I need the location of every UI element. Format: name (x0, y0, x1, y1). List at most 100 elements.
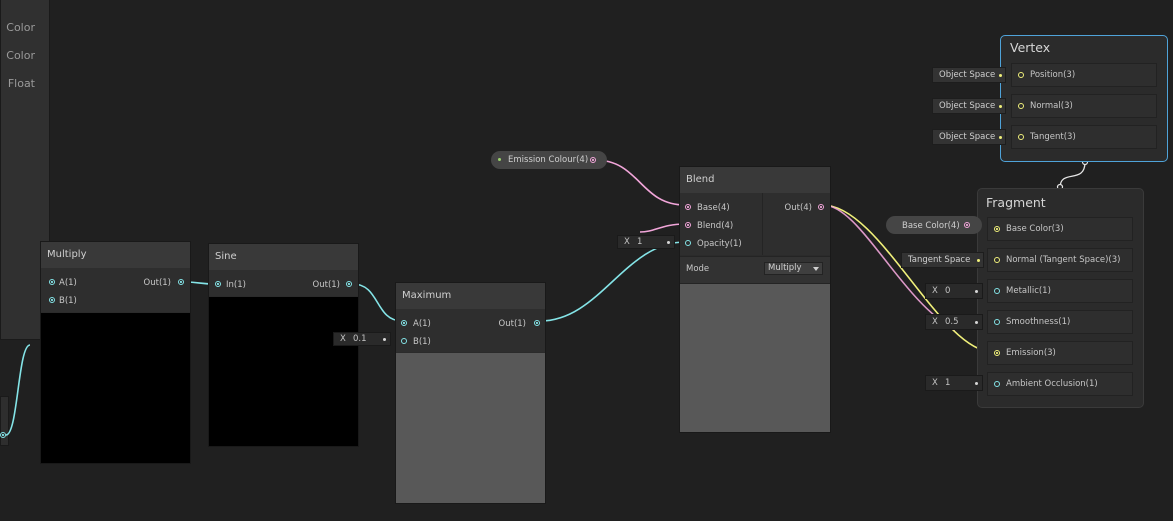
fragment-block-base-color[interactable]: Base Color(3) (987, 217, 1133, 241)
block-label: Emission(3) (1006, 348, 1056, 358)
input-port-opacity[interactable] (685, 240, 691, 246)
input-port[interactable] (994, 319, 1000, 325)
input-port[interactable] (1018, 134, 1024, 140)
vertex-block-tangent[interactable]: Tangent(3) (1011, 125, 1157, 149)
block-label: Normal(3) (1030, 101, 1073, 111)
input-port[interactable] (994, 288, 1000, 294)
wire-maximum-to-blend-opacity (539, 241, 686, 322)
space-value: Object Space (939, 132, 996, 142)
input-port-label: Blend(4) (697, 221, 734, 231)
output-port-label: Out(1) (312, 280, 340, 290)
input-port-label: A(1) (59, 278, 77, 288)
maximum-b-value-field[interactable]: X 0.1 (333, 332, 391, 346)
block-label: Base Color(3) (1006, 224, 1064, 234)
base-color-property-node[interactable]: Base Color(4) (886, 216, 982, 234)
block-label: Ambient Occlusion(1) (1006, 379, 1098, 389)
vertex-block-position[interactable]: Position(3) (1011, 63, 1157, 87)
mode-dropdown[interactable]: Multiply (764, 262, 823, 275)
input-port-label: B(1) (413, 337, 431, 347)
node-title[interactable]: Maximum (396, 283, 545, 309)
wire-vertex-to-fragment (1059, 161, 1086, 189)
context-title: Vertex (1010, 40, 1051, 55)
input-port-b[interactable] (49, 297, 55, 303)
input-port-in[interactable] (215, 281, 221, 287)
input-connector-dot (383, 338, 386, 341)
block-label: Metallic(1) (1006, 286, 1051, 296)
node-title[interactable]: Blend (680, 167, 830, 193)
value-text[interactable]: 0.1 (353, 333, 367, 345)
block-label: Smoothness(1) (1006, 317, 1071, 327)
node-preview (680, 284, 830, 432)
value-text[interactable]: 0.5 (945, 316, 959, 328)
normal-space-field[interactable]: Object Space (932, 98, 1006, 114)
metallic-value-field[interactable]: X 0 (925, 283, 983, 299)
node-preview (209, 297, 358, 446)
input-port-b[interactable] (401, 338, 407, 344)
context-title: Fragment (986, 195, 1046, 210)
node-title[interactable]: Sine (209, 244, 358, 270)
output-port-label: Out(1) (498, 319, 526, 329)
fragment-block-ambient-occlusion[interactable]: Ambient Occlusion(1) (987, 372, 1133, 396)
smoothness-value-field[interactable]: X 0.5 (925, 314, 983, 330)
node-preview (396, 353, 545, 503)
property-label: Emission Colour(4) (508, 155, 589, 165)
ambient-occlusion-value-field[interactable]: X 1 (925, 375, 983, 391)
chevron-down-icon (813, 267, 819, 271)
multiply-node[interactable]: Multiply A(1) B(1) Out(1) (40, 241, 191, 464)
input-port-a[interactable] (401, 320, 407, 326)
output-port[interactable] (818, 204, 824, 210)
input-port[interactable] (1018, 103, 1024, 109)
block-label: Position(3) (1030, 70, 1076, 80)
axis-label: X (932, 317, 938, 327)
output-port[interactable] (534, 320, 540, 326)
fragment-block-normal[interactable]: Normal (Tangent Space)(3) (987, 248, 1133, 272)
input-port[interactable] (994, 381, 1000, 387)
fragment-block-emission[interactable]: Emission(3) (987, 341, 1133, 365)
emission-colour-property-node[interactable]: Emission Colour(4) (491, 151, 607, 169)
output-port-label: Out(4) (784, 203, 812, 213)
input-port[interactable] (1018, 72, 1024, 78)
input-port-label: A(1) (413, 319, 431, 329)
input-port-label: Opacity(1) (697, 239, 742, 249)
blend-opacity-value-field[interactable]: X 1 (617, 235, 675, 249)
input-port-label: B(1) (59, 296, 77, 306)
input-connector-dot (667, 241, 670, 244)
value-text[interactable]: 1 (637, 236, 642, 248)
output-port[interactable] (590, 157, 596, 163)
input-port-a[interactable] (49, 279, 55, 285)
fragment-block-smoothness[interactable]: Smoothness(1) (987, 310, 1133, 334)
value-text[interactable]: 1 (945, 377, 950, 389)
value-text[interactable]: 0 (945, 285, 950, 297)
input-port[interactable] (994, 350, 1000, 356)
input-port-blend[interactable] (685, 222, 691, 228)
maximum-node[interactable]: Maximum A(1) B(1) Out(1) (395, 282, 546, 504)
node-title[interactable]: Multiply (41, 242, 190, 268)
tangent-space-field[interactable]: Object Space (932, 129, 1006, 145)
blend-node[interactable]: Blend Base(4) Blend(4) Opacity(1) Out(4)… (679, 166, 831, 433)
normal-space-field[interactable]: Tangent Space (901, 252, 984, 268)
node-preview (41, 313, 190, 463)
input-port[interactable] (994, 257, 1000, 263)
input-port-label: In(1) (226, 280, 246, 290)
input-connector-dot (975, 382, 978, 385)
axis-label: X (932, 286, 938, 296)
output-port-label: Out(1) (143, 278, 171, 288)
vertex-block-normal[interactable]: Normal(3) (1011, 94, 1157, 118)
wire-offscreen-to-multiply (5, 344, 31, 436)
fragment-block-metallic[interactable]: Metallic(1) (987, 279, 1133, 303)
output-port[interactable] (346, 281, 352, 287)
position-space-field[interactable]: Object Space (932, 67, 1006, 83)
space-value: Object Space (939, 101, 996, 111)
property-indicator-dot (498, 158, 501, 161)
input-connector-dot (999, 136, 1002, 139)
input-port-label: Base(4) (697, 203, 730, 213)
output-port[interactable] (964, 222, 970, 228)
input-port-base[interactable] (685, 204, 691, 210)
property-label: Base Color(4) (902, 221, 960, 231)
input-port[interactable] (994, 226, 1000, 232)
wire-emission-to-blend-base (594, 159, 686, 206)
input-connector-dot (977, 259, 980, 262)
block-label: Tangent(3) (1030, 132, 1076, 142)
output-port[interactable] (178, 279, 184, 285)
axis-label: X (932, 378, 938, 388)
